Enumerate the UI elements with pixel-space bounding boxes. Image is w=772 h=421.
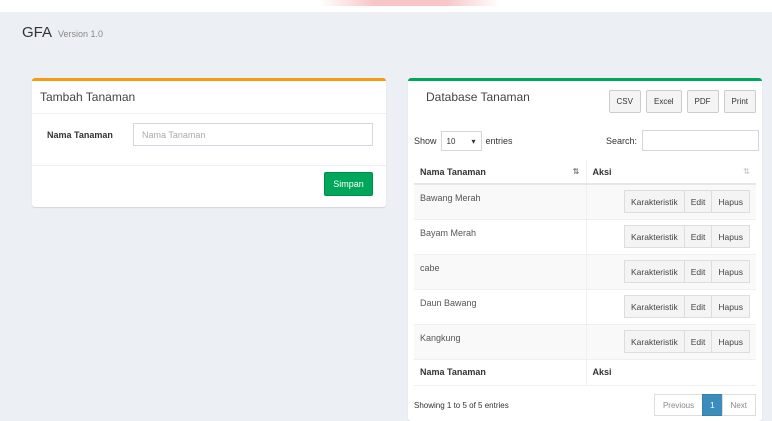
search-control: Search: [606,130,760,151]
page-title: GFA [22,24,53,41]
sort-icon: ⇅ [743,167,750,176]
column-header-label: Aksi [592,166,612,177]
search-label: Search: [606,135,638,146]
table-footer-row: Nama Tanaman Aksi [414,358,756,386]
characteristics-button[interactable]: Karakteristik [624,190,685,214]
next-page-button[interactable]: Next [721,394,756,416]
action-button-group: Karakteristik Edit Hapus [593,330,750,353]
previous-page-button[interactable]: Previous [653,394,704,416]
caret-down-icon: ▾ [471,136,476,146]
column-header-action[interactable]: Aksi ⇅ [586,160,756,185]
characteristics-button[interactable]: Karakteristik [624,330,685,353]
plant-name-cell: Daun Bawang [414,289,587,325]
plant-table: Nama Tanaman ⇅ Aksi ⇅ Bawang Merah Karak… [414,160,756,386]
page-header: GFA Version 1.0 [22,24,103,41]
entries-length-select[interactable]: 10 ▾ [440,131,482,151]
export-buttons: CSV Excel PDF Print [608,90,756,113]
edit-button[interactable]: Edit [683,260,713,283]
plant-name-label: Nama Tanaman [47,130,113,140]
page-1-button[interactable]: 1 [702,394,723,416]
box-header-divider [32,113,386,114]
action-button-group: Karakteristik Edit Hapus [593,295,750,318]
delete-button[interactable]: Hapus [711,295,750,318]
plant-name-cell: Bawang Merah [414,184,587,220]
box-footer-divider [32,165,386,166]
delete-button[interactable]: Hapus [711,190,750,214]
plant-name-cell: cabe [414,254,587,290]
navbar-accent [320,0,500,6]
action-cell: Karakteristik Edit Hapus [586,254,756,290]
delete-button[interactable]: Hapus [711,225,750,248]
plant-name-input[interactable] [133,123,373,146]
plant-name-cell: Kangkung [414,324,587,360]
action-button-group: Karakteristik Edit Hapus [593,190,750,214]
action-cell: Karakteristik Edit Hapus [586,219,756,255]
edit-button[interactable]: Edit [683,225,713,248]
page-version: Version 1.0 [58,29,104,39]
entries-length-value: 10 [446,136,456,146]
characteristics-button[interactable]: Karakteristik [624,260,685,283]
footer-action: Aksi [586,358,756,386]
plant-database-title: Database Tanaman [426,90,530,104]
export-csv-button[interactable]: CSV [608,90,641,113]
table-row: Kangkung Karakteristik Edit Hapus [414,324,756,360]
plant-database-box: Database Tanaman CSV Excel PDF Print Sho… [408,78,762,421]
export-excel-button[interactable]: Excel [645,90,682,113]
characteristics-button[interactable]: Karakteristik [624,225,685,248]
pagination: Previous 1 Next [653,394,756,416]
delete-button[interactable]: Hapus [711,330,750,353]
export-pdf-button[interactable]: PDF [686,90,719,113]
action-cell: Karakteristik Edit Hapus [586,324,756,360]
characteristics-button[interactable]: Karakteristik [624,295,685,318]
action-cell: Karakteristik Edit Hapus [586,289,756,325]
action-cell: Karakteristik Edit Hapus [586,184,756,220]
entries-length-control: Show 10 ▾ entries [414,131,513,151]
edit-button[interactable]: Edit [683,190,713,214]
table-row: Bayam Merah Karakteristik Edit Hapus [414,219,756,255]
entries-label: entries [485,136,513,146]
action-button-group: Karakteristik Edit Hapus [593,260,750,283]
table-header-row: Nama Tanaman ⇅ Aksi ⇅ [414,160,756,185]
column-header-label: Nama Tanaman [420,166,486,177]
table-row: Bawang Merah Karakteristik Edit Hapus [414,184,756,220]
show-label: Show [414,136,437,146]
edit-button[interactable]: Edit [683,330,713,353]
plant-name-cell: Bayam Merah [414,219,587,255]
top-navbar [0,0,772,12]
table-info: Showing 1 to 5 of 5 entries [414,401,509,410]
edit-button[interactable]: Edit [683,295,713,318]
footer-plant-name: Nama Tanaman [414,358,587,386]
search-input[interactable] [642,130,760,151]
add-plant-box: Tambah Tanaman Nama Tanaman Simpan [32,78,386,207]
column-header-plant-name[interactable]: Nama Tanaman ⇅ [414,160,587,185]
sort-alpha-asc-icon: ⇅ [572,167,580,176]
table-row: cabe Karakteristik Edit Hapus [414,254,756,290]
delete-button[interactable]: Hapus [711,260,750,283]
action-button-group: Karakteristik Edit Hapus [593,225,750,248]
print-button[interactable]: Print [723,90,756,113]
table-row: Daun Bawang Karakteristik Edit Hapus [414,289,756,325]
save-button[interactable]: Simpan [324,172,373,196]
add-plant-title: Tambah Tanaman [40,90,136,104]
